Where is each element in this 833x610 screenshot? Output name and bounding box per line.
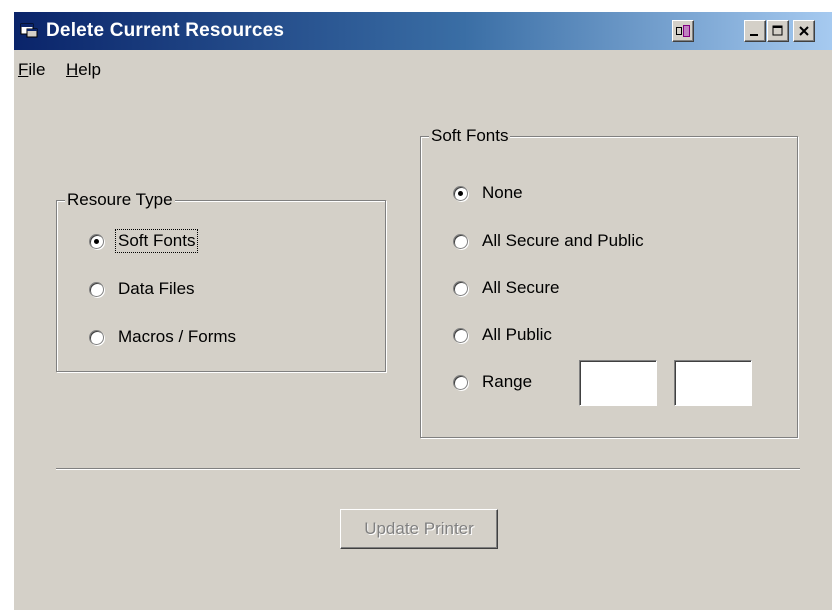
range-from-input[interactable] [579, 360, 657, 406]
radio-label: Data Files [118, 279, 195, 298]
radio-none[interactable]: None [453, 181, 525, 205]
title-bar[interactable]: Delete Current Resources [14, 12, 832, 50]
radio-soft-fonts[interactable]: Soft Fonts [89, 229, 199, 253]
radio-label: Soft Fonts [114, 229, 199, 253]
radio-button[interactable] [453, 374, 468, 390]
close-button[interactable] [793, 20, 815, 42]
delete-resources-window: Delete Current Resources File Help Resou… [14, 12, 832, 610]
radio-all-public[interactable]: All Public [453, 323, 554, 347]
radio-button[interactable] [453, 233, 468, 249]
radio-all-secure-and-public[interactable]: All Secure and Public [453, 229, 646, 253]
minimize-icon [750, 34, 758, 36]
radio-button[interactable] [453, 280, 468, 296]
cascade-icon [676, 25, 690, 37]
radio-button[interactable] [89, 233, 104, 249]
update-printer-button[interactable]: Update Printer [340, 509, 498, 549]
update-printer-label: Update Printer [364, 519, 474, 538]
radio-button[interactable] [453, 185, 468, 201]
radio-label: All Secure and Public [482, 231, 644, 250]
radio-macros-forms[interactable]: Macros / Forms [89, 325, 238, 349]
window-title: Delete Current Resources [46, 20, 285, 41]
radio-button[interactable] [89, 281, 104, 297]
radio-label: Range [482, 372, 533, 391]
menu-bar: File Help [14, 54, 832, 82]
maximize-icon [772, 25, 783, 36]
radio-label: All Secure [482, 278, 560, 297]
soft-fonts-group-label: Soft Fonts [429, 126, 511, 146]
radio-label: Macros / Forms [118, 327, 237, 346]
radio-button[interactable] [89, 329, 104, 345]
minimize-button[interactable] [744, 20, 766, 42]
app-window-icon[interactable] [20, 22, 38, 38]
radio-range[interactable]: Range [453, 370, 534, 394]
close-icon [799, 26, 809, 36]
radio-label: All Public [482, 325, 552, 344]
radio-button[interactable] [453, 327, 468, 343]
resource-type-group-label: Resoure Type [65, 190, 175, 210]
radio-all-secure[interactable]: All Secure [453, 276, 561, 300]
separator-line [56, 468, 800, 470]
soft-fonts-group: Soft Fonts None All Secure and Public Al… [420, 126, 798, 438]
radio-data-files[interactable]: Data Files [89, 277, 197, 301]
radio-label: None [482, 183, 523, 202]
cascade-button[interactable] [672, 20, 694, 42]
menu-help[interactable]: Help [66, 60, 101, 80]
maximize-button[interactable] [767, 20, 789, 42]
menu-file[interactable]: File [18, 60, 45, 80]
resource-type-group: Resoure Type Soft Fonts Data Files Macro… [56, 190, 386, 372]
range-to-input[interactable] [674, 360, 752, 406]
